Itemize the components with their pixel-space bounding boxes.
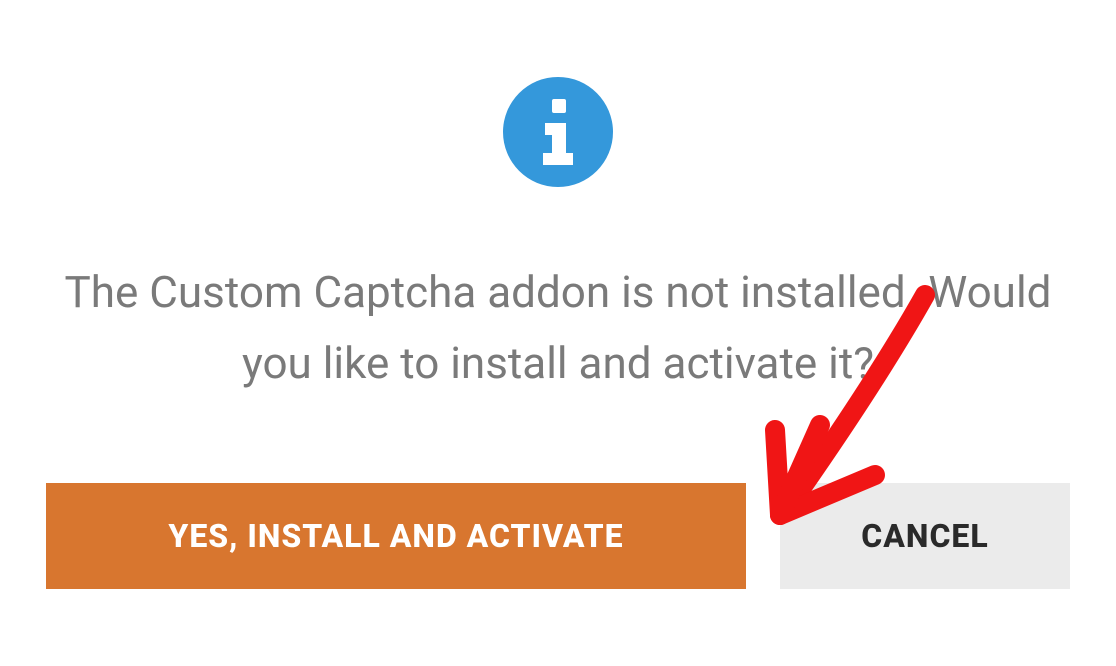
dialog-message: The Custom Captcha addon is not installe… xyxy=(50,257,1066,398)
cancel-button[interactable]: Cancel xyxy=(780,483,1070,589)
info-icon xyxy=(503,77,613,187)
dialog-actions: Yes, Install and Activate Cancel xyxy=(50,483,1066,589)
confirmation-dialog: The Custom Captcha addon is not installe… xyxy=(0,37,1116,629)
confirm-install-button[interactable]: Yes, Install and Activate xyxy=(46,483,746,589)
